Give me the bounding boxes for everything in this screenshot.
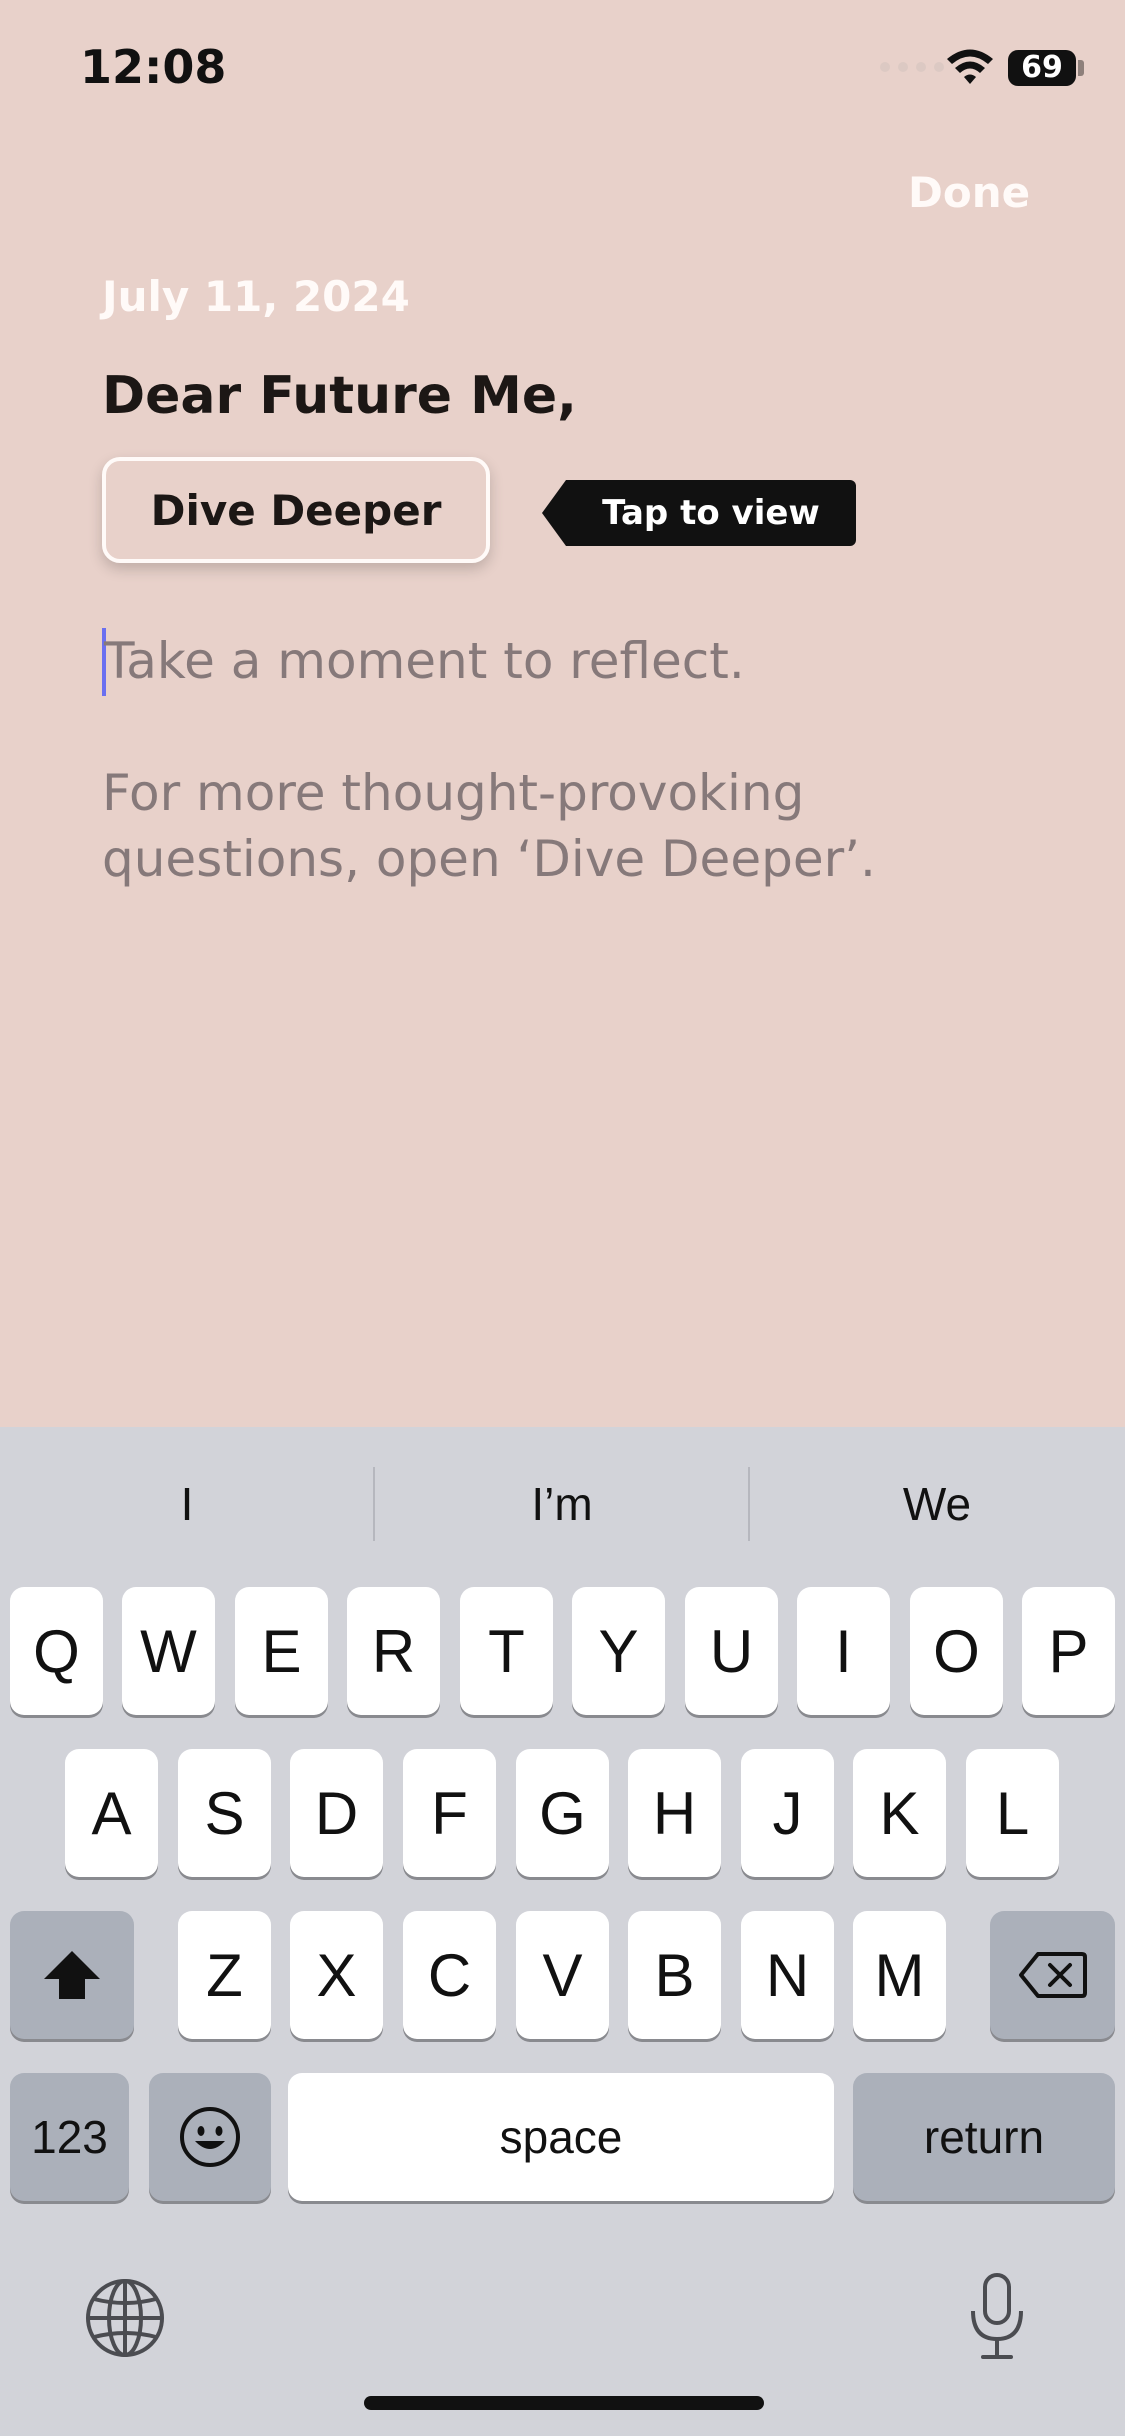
key-h[interactable]: H (628, 1749, 721, 1877)
hint-line-2: questions, open ‘Dive Deeper’. (102, 830, 876, 888)
key-l[interactable]: L (966, 1749, 1059, 1877)
key-g[interactable]: G (516, 1749, 609, 1877)
key-f[interactable]: F (403, 1749, 496, 1877)
hint-line-1: For more thought-provoking (102, 764, 805, 822)
key-x[interactable]: X (290, 1911, 383, 2039)
key-v[interactable]: V (516, 1911, 609, 2039)
entry-hint: For more thought-provoking questions, op… (102, 760, 1002, 892)
key-j[interactable]: J (741, 1749, 834, 1877)
key-t[interactable]: T (460, 1587, 553, 1715)
entry-date: July 11, 2024 (102, 272, 410, 321)
shift-icon (44, 1951, 100, 1999)
key-d[interactable]: D (290, 1749, 383, 1877)
key-i[interactable]: I (797, 1587, 890, 1715)
emoji-key[interactable] (149, 2073, 271, 2201)
prediction-3[interactable]: We (750, 1477, 1124, 1531)
key-r[interactable]: R (347, 1587, 440, 1715)
key-n[interactable]: N (741, 1911, 834, 2039)
battery-tip (1078, 60, 1084, 76)
key-k[interactable]: K (853, 1749, 946, 1877)
key-y[interactable]: Y (572, 1587, 665, 1715)
keyboard: I I’m We Q W E R T Y U I O P A S D F G H… (0, 1427, 1125, 2436)
entry-greeting: Dear Future Me, (102, 366, 577, 426)
key-a[interactable]: A (65, 1749, 158, 1877)
key-c[interactable]: C (403, 1911, 496, 2039)
wifi-icon (947, 49, 993, 84)
battery-indicator: 69 (1008, 50, 1076, 86)
key-z[interactable]: Z (178, 1911, 271, 2039)
key-q[interactable]: Q (10, 1587, 103, 1715)
key-s[interactable]: S (178, 1749, 271, 1877)
prediction-2[interactable]: I’m (375, 1477, 749, 1531)
microphone-icon[interactable] (965, 2271, 1029, 2363)
prediction-1[interactable]: I (0, 1477, 374, 1531)
key-m[interactable]: M (853, 1911, 946, 2039)
key-o[interactable]: O (910, 1587, 1003, 1715)
shift-key[interactable] (10, 1911, 134, 2039)
entry-text-field[interactable]: Take a moment to reflect. (104, 632, 745, 690)
delete-key[interactable] (990, 1911, 1115, 2039)
home-indicator[interactable] (364, 2396, 764, 2410)
tooltip-label: Tap to view (566, 480, 856, 546)
done-button[interactable]: Done (908, 168, 1030, 217)
emoji-icon (180, 2107, 240, 2167)
key-b[interactable]: B (628, 1911, 721, 2039)
key-e[interactable]: E (235, 1587, 328, 1715)
status-time: 12:08 (80, 40, 227, 94)
tooltip-arrow (542, 480, 566, 546)
delete-icon (1018, 1952, 1087, 1998)
return-key[interactable]: return (853, 2073, 1115, 2201)
globe-icon[interactable] (84, 2277, 166, 2359)
key-u[interactable]: U (685, 1587, 778, 1715)
dive-deeper-button[interactable]: Dive Deeper (102, 457, 490, 563)
cellular-signal-icon (880, 62, 944, 72)
key-w[interactable]: W (122, 1587, 215, 1715)
numbers-key[interactable]: 123 (10, 2073, 129, 2201)
key-p[interactable]: P (1022, 1587, 1115, 1715)
space-key[interactable]: space (288, 2073, 834, 2201)
